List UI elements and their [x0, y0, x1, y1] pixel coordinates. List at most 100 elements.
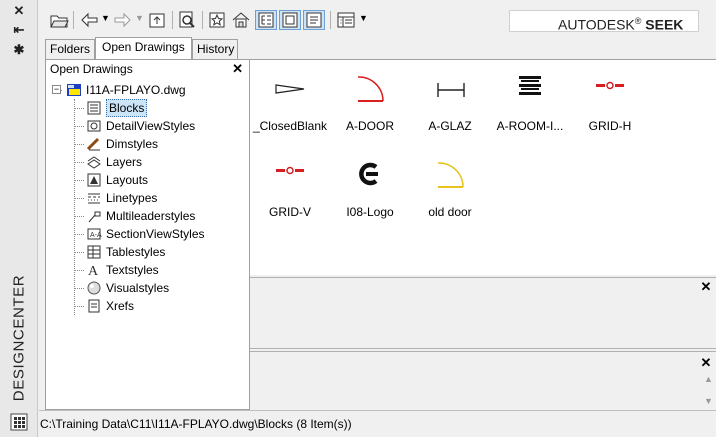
close-description-icon[interactable]: ✕	[700, 356, 712, 369]
preview-toggle-button[interactable]	[279, 10, 301, 30]
tree-connector	[74, 306, 84, 307]
block-name: A-DOOR	[346, 119, 394, 133]
block-item[interactable]: GRID-V	[250, 160, 330, 219]
svg-text:A: A	[88, 264, 99, 278]
tab-folders[interactable]: Folders	[45, 39, 95, 59]
glazing-line-icon	[437, 83, 465, 97]
scroll-up-icon[interactable]: ▲	[704, 374, 713, 384]
tree-header-title: Open Drawings	[50, 62, 133, 76]
closed-blank-arrow-icon	[275, 84, 305, 94]
tree-view-toggle-button[interactable]	[255, 10, 277, 30]
forward-dropdown-icon[interactable]: ▼	[135, 14, 144, 23]
block-name: A-GLAZ	[428, 119, 472, 133]
views-dropdown-icon[interactable]: ▼	[359, 14, 368, 23]
tree-connector	[74, 198, 84, 199]
textstyles-icon: A	[88, 264, 99, 278]
multileaderstyles-icon	[88, 211, 101, 223]
auto-hide-icon[interactable]: ⇤	[11, 22, 27, 38]
dock-grid-icon[interactable]	[10, 413, 28, 431]
svg-text:A-A: A-A	[90, 232, 102, 239]
preview-pane: ✕	[250, 277, 716, 349]
home-icon[interactable]	[231, 10, 251, 30]
tree-connector	[74, 270, 84, 271]
close-preview-icon[interactable]: ✕	[700, 280, 712, 293]
brand-name: AUTODESK	[558, 16, 635, 33]
tree-connector	[74, 162, 84, 163]
room-tag-icon	[519, 76, 541, 95]
tree-item-label: DetailViewStyles	[106, 119, 196, 133]
tree-item-label: Linetypes	[106, 191, 158, 205]
description-scrollbar[interactable]: ▲ ▼	[700, 370, 716, 410]
dimstyles-icon	[86, 137, 100, 151]
tree-view: Open Drawings ✕ − I11A-FPLAYO.dwg Blocks…	[45, 59, 250, 410]
layers-icon	[87, 156, 101, 169]
tree-connector	[74, 108, 84, 109]
drawing-name: I11A-FPLAYO.dwg	[86, 83, 186, 97]
tree-connector	[74, 126, 84, 127]
tree-connector	[74, 99, 75, 315]
tree-connector	[74, 144, 84, 145]
tree-close-icon[interactable]: ✕	[232, 60, 243, 78]
block-name: _ClosedBlank	[252, 119, 328, 133]
palette-title: DESIGNCENTER	[10, 274, 28, 402]
tree-item-label: Multileaderstyles	[106, 209, 196, 223]
palette-title-bar: ✕ ⇤ ✱ DESIGNCENTER	[0, 0, 38, 437]
block-item[interactable]: _ClosedBlank	[250, 74, 330, 133]
tree-item-label: Visualstyles	[106, 281, 170, 295]
logo-c-icon	[359, 162, 378, 186]
description-pane: ✕	[250, 351, 716, 409]
tree-item-label: SectionViewStyles	[106, 227, 205, 241]
block-name: GRID-V	[269, 205, 311, 219]
grid-v-tag-icon	[276, 166, 304, 175]
close-palette-icon[interactable]: ✕	[11, 3, 27, 19]
collapse-icon[interactable]: −	[52, 85, 61, 94]
layouts-icon	[87, 173, 101, 187]
grid-h-tag-icon	[596, 81, 624, 90]
xrefs-icon	[88, 299, 100, 313]
load-folder-icon[interactable]	[49, 10, 69, 30]
description-toggle-button[interactable]	[303, 10, 325, 30]
tree-item-label: Tablestyles	[106, 245, 166, 259]
preview-icon	[282, 12, 298, 28]
back-icon[interactable]	[79, 10, 99, 30]
scroll-down-icon[interactable]: ▼	[704, 396, 713, 406]
content-area: _ClosedBlank A-DOOR A-GLAZ A-ROOM-I... G…	[250, 59, 716, 275]
tab-history[interactable]: History	[192, 39, 238, 59]
favorites-icon[interactable]	[207, 10, 227, 30]
tree-connector	[74, 288, 84, 289]
drawing-file-icon	[67, 84, 81, 96]
tree-view-icon	[258, 12, 274, 28]
search-icon[interactable]	[177, 10, 197, 30]
visualstyles-icon	[87, 281, 101, 295]
block-item[interactable]: GRID-H	[570, 74, 650, 133]
blocks-icon	[87, 101, 101, 115]
views-icon[interactable]	[336, 10, 356, 30]
forward-icon[interactable]	[113, 10, 133, 30]
description-icon	[306, 12, 322, 28]
block-name: GRID-H	[588, 119, 632, 133]
block-item[interactable]: A-ROOM-I...	[490, 74, 570, 133]
block-item[interactable]: A-DOOR	[330, 74, 410, 133]
tab-open-drawings[interactable]: Open Drawings	[95, 37, 192, 59]
properties-icon[interactable]: ✱	[11, 42, 27, 58]
linetypes-icon	[88, 193, 100, 204]
tablestyles-icon	[87, 245, 101, 259]
block-name: A-ROOM-I...	[496, 119, 564, 133]
block-name: old door	[428, 205, 472, 219]
tree-connector	[74, 234, 84, 235]
back-dropdown-icon[interactable]: ▼	[101, 14, 110, 23]
autodesk-seek-button[interactable]: AUTODESK® SEEK	[509, 10, 699, 33]
detail-view-styles-icon	[87, 120, 101, 132]
status-bar: C:\Training Data\C11\I11A-FPLAYO.dwg\Blo…	[39, 410, 716, 437]
status-path: C:\Training Data\C11\I11A-FPLAYO.dwg\Blo…	[40, 417, 352, 431]
tree-item-label: Textstyles	[106, 263, 159, 277]
up-level-icon[interactable]	[147, 10, 167, 30]
block-item[interactable]: old door	[410, 160, 490, 219]
block-item[interactable]: A-GLAZ	[410, 74, 490, 133]
section-view-styles-icon: A-A	[87, 228, 102, 240]
tree-connector	[74, 252, 84, 253]
block-item[interactable]: I08-Logo	[330, 160, 410, 219]
tree-item-label: Xrefs	[106, 299, 135, 313]
tree-item-label: Layouts	[106, 173, 149, 187]
tree-item-label: Dimstyles	[106, 137, 159, 151]
